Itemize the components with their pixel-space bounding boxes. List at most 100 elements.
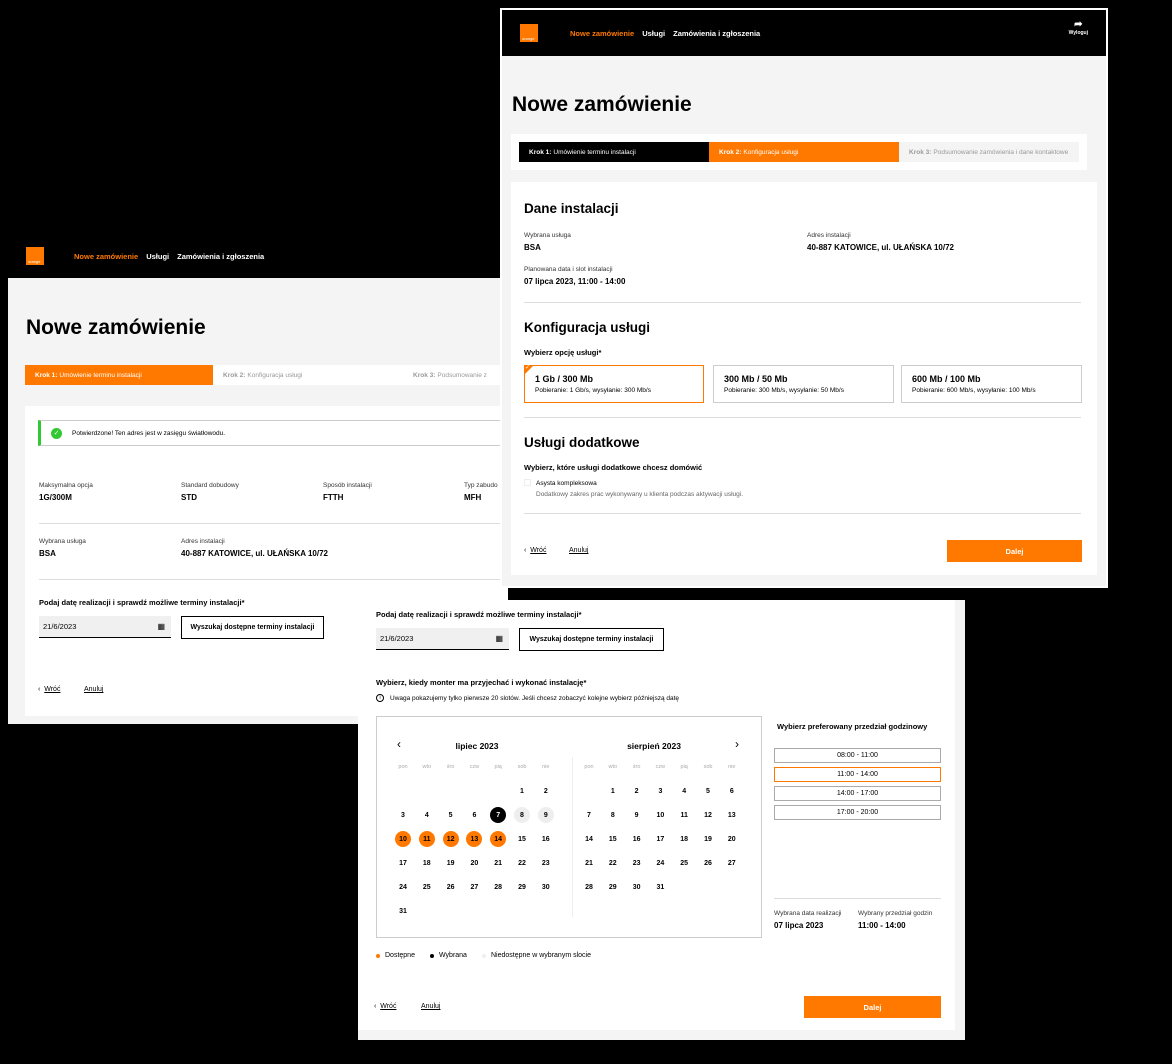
calendar-day[interactable]: 4: [676, 783, 692, 799]
calendar-day[interactable]: 2: [629, 783, 645, 799]
calendar-day[interactable]: 17: [395, 855, 411, 871]
calendar-day[interactable]: 7: [581, 807, 597, 823]
option-300mb[interactable]: 300 Mb / 50 Mb Pobieranie: 300 Mb/s, wys…: [713, 365, 894, 403]
nav-orders[interactable]: Zamówienia i zgłoszenia: [673, 29, 760, 38]
calendar-day[interactable]: 17: [652, 831, 668, 847]
calendar-day[interactable]: 11: [676, 807, 692, 823]
calendar-day[interactable]: 27: [466, 879, 482, 895]
calendar-day[interactable]: 10: [652, 807, 668, 823]
nav-new-order[interactable]: Nowe zamówienie: [74, 252, 138, 261]
calendar-day[interactable]: 31: [652, 879, 668, 895]
calendar-day[interactable]: 29: [605, 879, 621, 895]
cancel-link[interactable]: Anuluj: [569, 547, 588, 554]
option-1gb[interactable]: ✓ 1 Gb / 300 Mb Pobieranie: 1 Gb/s, wysy…: [524, 365, 704, 403]
calendar-day[interactable]: 27: [724, 855, 740, 871]
next-month-icon[interactable]: ›: [735, 737, 739, 751]
logout-button[interactable]: ➦ Wyloguj: [1069, 19, 1088, 37]
calendar-day[interactable]: 25: [419, 879, 435, 895]
orange-logo[interactable]: orange: [26, 247, 44, 265]
date-input[interactable]: 21/6/2023 ▦: [39, 616, 171, 638]
calendar-day[interactable]: 6: [466, 807, 482, 823]
cancel-link[interactable]: Anuluj: [421, 1003, 440, 1010]
calendar-day[interactable]: 20: [724, 831, 740, 847]
calendar-day[interactable]: 15: [514, 831, 530, 847]
calendar-day[interactable]: 13: [466, 831, 483, 847]
extra-name: Asysta kompleksowa: [536, 480, 597, 487]
calendar-day[interactable]: 2: [538, 783, 554, 799]
calendar-day[interactable]: 1: [605, 783, 621, 799]
calendar-day[interactable]: 24: [652, 855, 668, 871]
back-link[interactable]: ‹ Wróć: [38, 686, 60, 693]
next-button[interactable]: Dalej: [947, 540, 1082, 562]
calendar-day[interactable]: 20: [466, 855, 482, 871]
calendar-day[interactable]: 5: [443, 807, 459, 823]
calendar-icon[interactable]: ▦: [495, 634, 503, 643]
orange-logo[interactable]: orange: [520, 24, 538, 42]
slot-14-17[interactable]: 14:00 - 17:00: [774, 786, 941, 801]
calendar-day[interactable]: 25: [676, 855, 692, 871]
calendar-day[interactable]: 4: [419, 807, 435, 823]
calendar-day[interactable]: 19: [700, 831, 716, 847]
share-arrow-icon: ➦: [1074, 19, 1083, 30]
nav-new-order[interactable]: Nowe zamówienie: [570, 29, 634, 38]
nav-services[interactable]: Usługi: [642, 29, 665, 38]
field-value: 07 lipca 2023: [774, 921, 824, 930]
calendar-day[interactable]: 8: [514, 807, 530, 823]
cancel-link[interactable]: Anuluj: [84, 686, 103, 693]
right-card: Dane instalacji Wybrana usługa BSA Adres…: [511, 182, 1097, 575]
calendar-day[interactable]: 6: [724, 783, 740, 799]
nav-orders[interactable]: Zamówienia i zgłoszenia: [177, 252, 264, 261]
calendar-day[interactable]: 23: [629, 855, 645, 871]
calendar-day[interactable]: 29: [514, 879, 530, 895]
calendar-day[interactable]: 12: [442, 831, 459, 847]
calendar-day[interactable]: 26: [700, 855, 716, 871]
calendar-day[interactable]: 24: [395, 879, 411, 895]
calendar-day[interactable]: 30: [629, 879, 645, 895]
extra-checkbox[interactable]: [524, 479, 531, 486]
calendar-day[interactable]: 3: [395, 807, 411, 823]
search-slots-button[interactable]: Wyszukaj dostępne terminy instalacji: [519, 628, 664, 651]
calendar-day[interactable]: 5: [700, 783, 716, 799]
back-link[interactable]: ‹ Wróć: [524, 547, 546, 554]
calendar-day[interactable]: 19: [443, 855, 459, 871]
calendar-day[interactable]: 12: [700, 807, 716, 823]
calendar-day[interactable]: 1: [514, 783, 530, 799]
calendar-day[interactable]: 11: [418, 831, 435, 847]
calendar-day[interactable]: 18: [419, 855, 435, 871]
slot-11-14[interactable]: 11:00 - 14:00: [774, 767, 941, 782]
calendar-day[interactable]: 16: [629, 831, 645, 847]
calendar-day[interactable]: 22: [605, 855, 621, 871]
field-label: Wybrana usługa: [39, 538, 86, 545]
calendar-day[interactable]: 21: [490, 855, 506, 871]
calendar-day[interactable]: 26: [443, 879, 459, 895]
calendar-day[interactable]: 8: [605, 807, 621, 823]
slot-17-20[interactable]: 17:00 - 20:00: [774, 805, 941, 820]
calendar-day[interactable]: 7: [490, 807, 507, 823]
back-link[interactable]: ‹ Wróć: [374, 1003, 396, 1010]
calendar-day[interactable]: 10: [395, 831, 411, 847]
calendar-day[interactable]: 3: [652, 783, 668, 799]
calendar-day[interactable]: 28: [581, 879, 597, 895]
calendar-day[interactable]: 14: [581, 831, 597, 847]
calendar-day[interactable]: 13: [724, 807, 740, 823]
calendar-day[interactable]: 31: [395, 903, 411, 919]
calendar-day[interactable]: 28: [490, 879, 506, 895]
calendar-icon[interactable]: ▦: [157, 622, 165, 631]
top-nav: orange Nowe zamówienie Usługi Zamówienia…: [8, 234, 508, 278]
calendar-day[interactable]: 23: [538, 855, 554, 871]
calendar-day[interactable]: 30: [538, 879, 554, 895]
option-600mb[interactable]: 600 Mb / 100 Mb Pobieranie: 600 Mb/s, wy…: [901, 365, 1082, 403]
calendar-day[interactable]: 14: [490, 831, 507, 847]
calendar-day[interactable]: 16: [538, 831, 554, 847]
calendar-day[interactable]: 18: [676, 831, 692, 847]
nav-services[interactable]: Usługi: [146, 252, 169, 261]
search-slots-button[interactable]: Wyszukaj dostępne terminy instalacji: [181, 616, 324, 639]
slot-08-11[interactable]: 08:00 - 11:00: [774, 748, 941, 763]
next-button[interactable]: Dalej: [804, 996, 941, 1018]
calendar-day[interactable]: 15: [605, 831, 621, 847]
date-input[interactable]: 21/6/2023 ▦: [376, 628, 509, 650]
calendar-day[interactable]: 9: [629, 807, 645, 823]
calendar-day[interactable]: 9: [537, 807, 554, 823]
calendar-day[interactable]: 22: [514, 855, 530, 871]
calendar-day[interactable]: 21: [581, 855, 597, 871]
